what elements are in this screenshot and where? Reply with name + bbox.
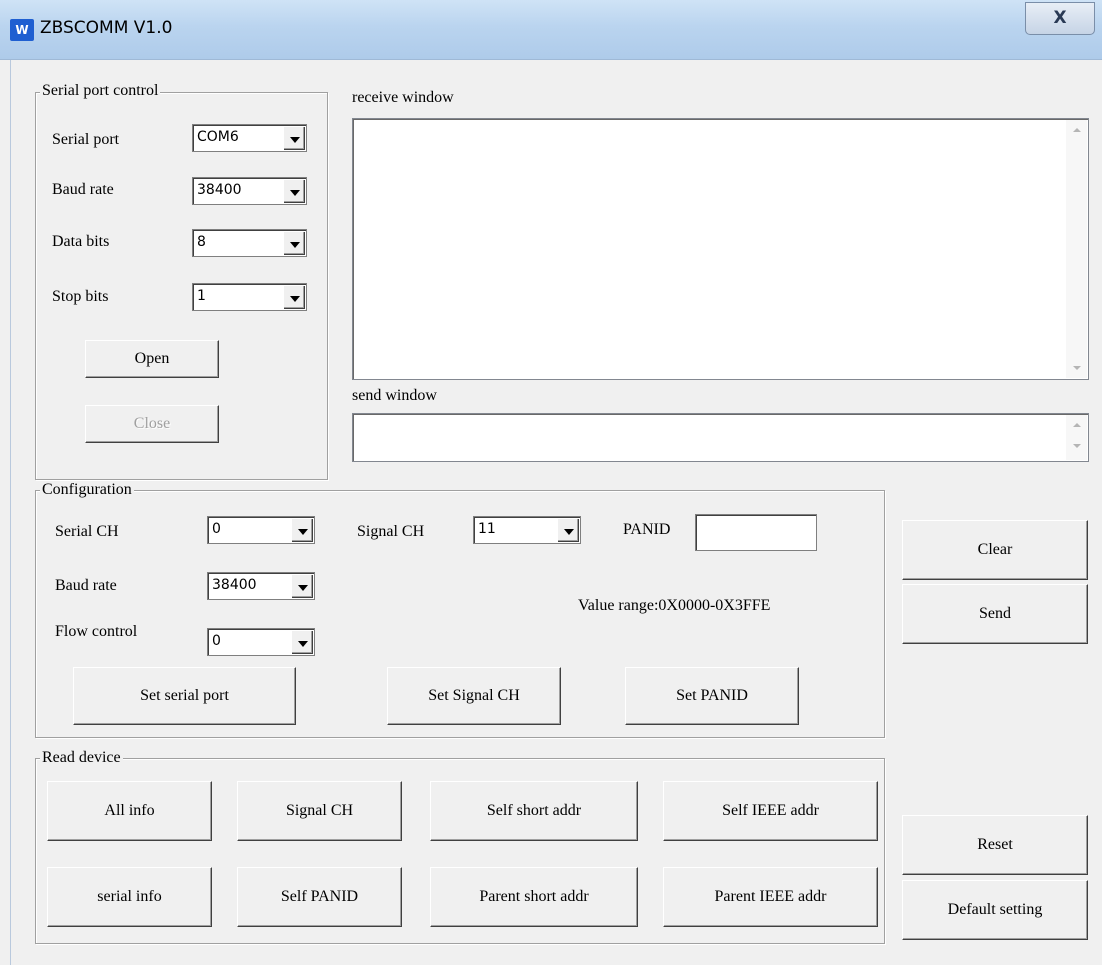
- flow-control-label: Flow control: [55, 623, 138, 640]
- chevron-down-icon[interactable]: [283, 126, 305, 150]
- serial-port-label: Serial port: [52, 131, 120, 148]
- stop-bits-select[interactable]: 1: [192, 283, 307, 311]
- self-ieee-addr-button[interactable]: Self IEEE addr: [663, 781, 878, 841]
- window-title: ZBSCOMM V1.0: [40, 18, 173, 38]
- receive-window-textarea[interactable]: [352, 118, 1089, 380]
- open-button[interactable]: Open: [85, 340, 219, 378]
- scroll-up-icon[interactable]: [1066, 120, 1087, 140]
- stop-bits-label: Stop bits: [52, 288, 109, 305]
- data-bits-value: 8: [197, 234, 206, 250]
- value-range-text: Value range:0X0000-0X3FFE: [578, 597, 771, 614]
- serial-ch-label: Serial CH: [55, 523, 119, 540]
- reset-button[interactable]: Reset: [902, 815, 1088, 875]
- receive-window-scrollbar[interactable]: [1066, 120, 1087, 378]
- close-window-button[interactable]: X: [1025, 2, 1095, 35]
- all-info-button[interactable]: All info: [47, 781, 212, 841]
- chevron-down-icon[interactable]: [291, 574, 313, 598]
- baud-rate-select[interactable]: 38400: [192, 177, 307, 205]
- flow-control-value: 0: [212, 633, 221, 649]
- signal-ch-label: Signal CH: [357, 523, 425, 540]
- config-baud-rate-label: Baud rate: [55, 577, 117, 594]
- signal-ch-read-button[interactable]: Signal CH: [237, 781, 402, 841]
- send-window-textarea[interactable]: [352, 413, 1089, 462]
- send-button[interactable]: Send: [902, 584, 1088, 644]
- configuration-legend: Configuration: [40, 481, 134, 499]
- baud-rate-value: 38400: [197, 182, 242, 198]
- send-window-scrollbar[interactable]: [1066, 415, 1087, 460]
- serial-port-select[interactable]: COM6: [192, 124, 307, 152]
- signal-ch-value: 11: [478, 521, 496, 537]
- baud-rate-label: Baud rate: [52, 181, 114, 198]
- default-setting-button[interactable]: Default setting: [902, 880, 1088, 940]
- self-panid-button[interactable]: Self PANID: [237, 867, 402, 927]
- serial-ch-value: 0: [212, 521, 221, 537]
- panid-label: PANID: [623, 521, 671, 538]
- config-baud-rate-value: 38400: [212, 577, 257, 593]
- chevron-down-icon[interactable]: [283, 179, 305, 203]
- parent-short-addr-button[interactable]: Parent short addr: [430, 867, 638, 927]
- data-bits-select[interactable]: 8: [192, 229, 307, 257]
- chevron-down-icon[interactable]: [283, 231, 305, 255]
- close-port-button[interactable]: Close: [85, 405, 219, 443]
- data-bits-label: Data bits: [52, 233, 110, 250]
- serial-info-button[interactable]: serial info: [47, 867, 212, 927]
- chevron-down-icon[interactable]: [283, 285, 305, 309]
- set-signal-ch-button[interactable]: Set Signal CH: [387, 667, 561, 725]
- serial-ch-select[interactable]: 0: [207, 516, 315, 544]
- set-panid-button[interactable]: Set PANID: [625, 667, 799, 725]
- signal-ch-select[interactable]: 11: [473, 516, 581, 544]
- flow-control-select[interactable]: 0: [207, 628, 315, 656]
- self-short-addr-button[interactable]: Self short addr: [430, 781, 638, 841]
- title-bar: W ZBSCOMM V1.0 X: [0, 0, 1102, 60]
- chevron-down-icon[interactable]: [291, 630, 313, 654]
- panid-input[interactable]: [695, 514, 817, 551]
- send-window-label: send window: [352, 387, 437, 404]
- clear-button[interactable]: Clear: [902, 520, 1088, 580]
- scroll-down-icon[interactable]: [1066, 436, 1087, 460]
- set-serial-port-button[interactable]: Set serial port: [73, 667, 296, 725]
- stop-bits-value: 1: [197, 288, 206, 304]
- scroll-down-icon[interactable]: [1066, 358, 1087, 378]
- chevron-down-icon[interactable]: [291, 518, 313, 542]
- chevron-down-icon[interactable]: [557, 518, 579, 542]
- serial-port-control-legend: Serial port control: [40, 82, 161, 100]
- serial-port-value: COM6: [197, 129, 239, 145]
- parent-ieee-addr-button[interactable]: Parent IEEE addr: [663, 867, 878, 927]
- app-icon: W: [10, 19, 34, 41]
- receive-window-label: receive window: [352, 89, 454, 106]
- read-device-legend: Read device: [40, 749, 123, 767]
- config-baud-rate-select[interactable]: 38400: [207, 572, 315, 600]
